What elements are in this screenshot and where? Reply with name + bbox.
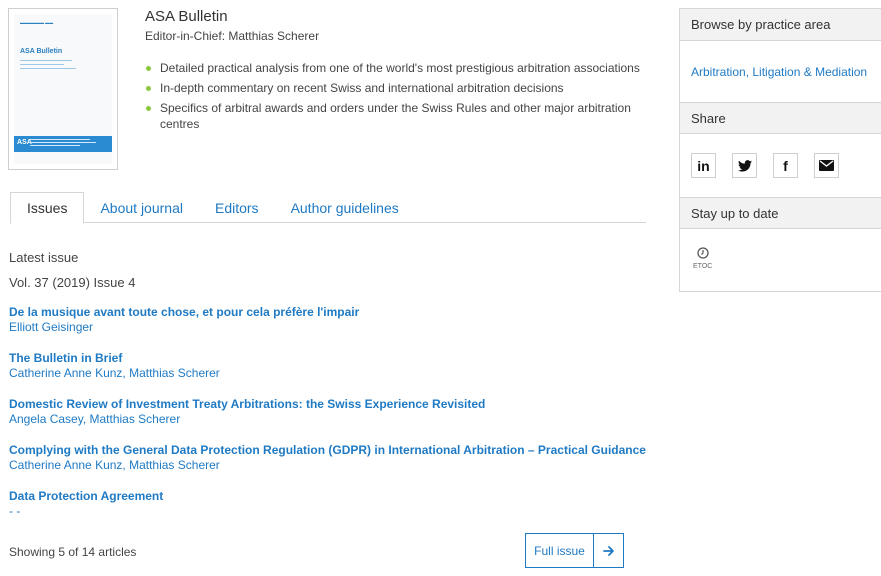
tab-about-journal[interactable]: About journal (84, 192, 199, 223)
article-list: De la musique avant toute chose, et pour… (9, 305, 659, 535)
highlight-text: Specifics of arbitral awards and orders … (160, 101, 631, 131)
practice-area-link[interactable]: Arbitration, Litigation & Mediation (691, 65, 867, 79)
bullet-dot-icon (146, 86, 151, 91)
article-title-link[interactable]: De la musique avant toute chose, et pour… (9, 305, 659, 320)
facebook-icon: f (783, 157, 788, 174)
article-authors: Elliott Geisinger (9, 320, 94, 334)
highlight-item: In-depth commentary on recent Swiss and … (145, 80, 660, 96)
cover-band-lines (30, 139, 100, 148)
article-authors: Angela Casey, Matthias Scherer (9, 412, 181, 426)
journal-cover: ▬▬▬▬▬▬ ▬▬ ASA Bulletin ASA (8, 8, 118, 170)
linkedin-share-button[interactable]: in (691, 153, 716, 178)
practice-area-section: Arbitration, Litigation & Mediation (680, 41, 881, 102)
twitter-icon (737, 159, 752, 172)
cover-image: ▬▬▬▬▬▬ ▬▬ ASA Bulletin ASA (14, 14, 112, 164)
article-title-link[interactable]: Domestic Review of Investment Treaty Arb… (9, 397, 659, 412)
article-authors: - - (9, 504, 21, 518)
arrow-right-icon (594, 534, 623, 567)
share-heading: Share (680, 102, 881, 134)
article-title-link[interactable]: Data Protection Agreement (9, 489, 659, 504)
list-item: Complying with the General Data Protecti… (9, 443, 659, 489)
tab-author-guidelines[interactable]: Author guidelines (275, 192, 415, 223)
highlight-item: Specifics of arbitral awards and orders … (145, 100, 660, 132)
twitter-share-button[interactable] (732, 153, 757, 178)
list-item: Domestic Review of Investment Treaty Arb… (9, 397, 659, 443)
browse-heading: Browse by practice area (680, 9, 881, 41)
issue-volume: Vol. 37 (2019) Issue 4 (9, 275, 136, 290)
etoc-section: ETOC (680, 229, 881, 293)
cover-issue-text: ▬▬▬▬▬▬ ▬▬ (20, 20, 54, 25)
cover-publisher-band: ASA (14, 136, 112, 152)
full-issue-button[interactable]: Full issue (525, 533, 624, 568)
bullet-dot-icon (146, 66, 151, 71)
clock-icon (697, 247, 709, 259)
etoc-label: ETOC (693, 263, 713, 270)
cover-subtitle-lines (20, 60, 80, 72)
journal-title: ASA Bulletin (145, 8, 228, 25)
highlight-text: In-depth commentary on recent Swiss and … (160, 81, 564, 95)
article-authors: Catherine Anne Kunz, Matthias Scherer (9, 366, 220, 380)
list-item: Data Protection Agreement - - (9, 489, 659, 535)
linkedin-icon: in (697, 157, 710, 174)
article-count: Showing 5 of 14 articles (9, 545, 137, 559)
cover-title: ASA Bulletin (20, 48, 63, 55)
tab-issues[interactable]: Issues (10, 192, 85, 224)
article-title-link[interactable]: The Bulletin in Brief (9, 351, 659, 366)
highlight-item: Detailed practical analysis from one of … (145, 60, 660, 76)
journal-editor: Editor-in-Chief: Matthias Scherer (145, 29, 320, 43)
stay-up-to-date-heading: Stay up to date (680, 197, 881, 229)
email-icon (819, 160, 834, 171)
email-share-button[interactable] (814, 153, 839, 178)
highlight-text: Detailed practical analysis from one of … (160, 61, 640, 75)
article-title-link[interactable]: Complying with the General Data Protecti… (9, 443, 659, 458)
list-item: The Bulletin in Brief Catherine Anne Kun… (9, 351, 659, 397)
journal-highlights: Detailed practical analysis from one of … (145, 60, 660, 136)
bullet-dot-icon (146, 106, 151, 111)
etoc-button[interactable]: ETOC (693, 247, 712, 270)
list-item: De la musique avant toute chose, et pour… (9, 305, 659, 351)
article-authors: Catherine Anne Kunz, Matthias Scherer (9, 458, 220, 472)
sidebar: Browse by practice area Arbitration, Lit… (679, 8, 881, 292)
full-issue-label: Full issue (526, 534, 594, 567)
tab-editors[interactable]: Editors (199, 192, 275, 223)
share-buttons: in f (680, 134, 881, 197)
facebook-share-button[interactable]: f (773, 153, 798, 178)
journal-tabs: Issues About journal Editors Author guid… (10, 192, 646, 224)
latest-issue-heading: Latest issue (9, 250, 79, 265)
